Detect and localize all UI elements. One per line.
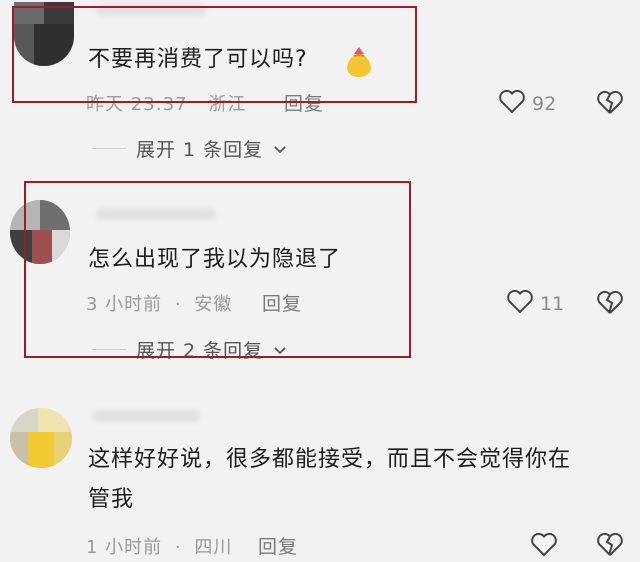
like-button[interactable]: 11: [506, 288, 564, 319]
chevron-down-icon: [273, 138, 287, 160]
username-blurred[interactable]: [92, 410, 200, 422]
expand-replies-label: 展开 1 条回复: [136, 139, 264, 161]
broken-heart-icon[interactable]: [596, 89, 624, 119]
heart-icon: [498, 88, 526, 119]
heart-icon: [506, 288, 534, 319]
comment-text-line1: 这样好好说，很多都能接受，而且不会觉得你在: [88, 447, 572, 472]
avatar[interactable]: [10, 408, 72, 468]
highlight-box-2: [24, 181, 411, 358]
divider-line: [92, 148, 126, 149]
heart-icon[interactable]: [530, 531, 558, 557]
comment-meta: 1 小时前 · 四川: [86, 533, 232, 559]
reply-button[interactable]: 回复: [258, 532, 298, 559]
like-button[interactable]: 92: [498, 88, 556, 119]
comment-location: 四川: [194, 537, 233, 558]
highlight-box-1: [12, 6, 417, 103]
like-count: 11: [540, 292, 565, 315]
comment-time: 1 小时前: [86, 537, 163, 558]
like-count: 92: [532, 92, 557, 115]
comment-text-line2: 管我: [88, 487, 135, 512]
expand-replies-button[interactable]: 展开 1 条回复: [92, 135, 287, 162]
meta-separator: ·: [174, 537, 182, 558]
broken-heart-icon[interactable]: [596, 289, 624, 319]
broken-heart-icon[interactable]: [596, 531, 624, 561]
